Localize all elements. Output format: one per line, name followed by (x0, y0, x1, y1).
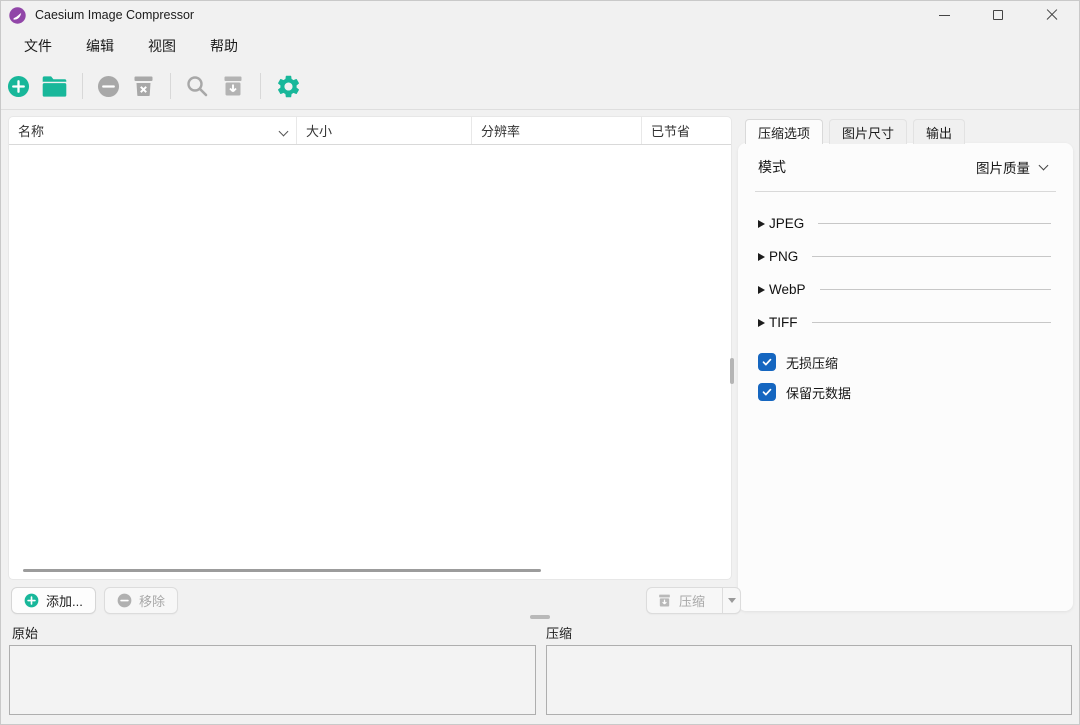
section-rule (820, 289, 1051, 290)
minimize-icon (939, 15, 950, 16)
section-label-webp: WebP (769, 282, 806, 297)
tab-output[interactable]: 输出 (913, 119, 965, 144)
compress-button-label: 压缩 (679, 591, 705, 610)
plus-circle-icon (24, 593, 39, 608)
sort-chevron-icon (279, 127, 289, 137)
mode-select[interactable]: 图片质量 (970, 153, 1053, 181)
settings-tabs: 压缩选项 图片尺寸 输出 (745, 119, 965, 144)
close-button[interactable] (1025, 1, 1079, 29)
section-label-png: PNG (769, 249, 798, 264)
section-rule (818, 223, 1051, 224)
minimize-button[interactable] (917, 1, 971, 29)
column-header-name[interactable]: 名称 (9, 117, 296, 144)
column-header-size[interactable]: 大小 (296, 117, 471, 144)
section-label-tiff: TIFF (769, 315, 798, 330)
section-label-jpeg: JPEG (769, 216, 804, 231)
keep-metadata-option[interactable]: 保留元数据 (758, 377, 1053, 407)
compress-box-icon (657, 593, 672, 608)
gear-icon (275, 73, 302, 100)
remove-button[interactable]: 移除 (104, 587, 178, 614)
file-list-table: 名称 大小 分辨率 已节省 (9, 117, 731, 579)
toolbar-separator (170, 73, 171, 99)
folder-icon (41, 75, 68, 98)
compressed-preview-box (546, 645, 1072, 715)
original-preview-box (9, 645, 536, 715)
preview-splitter-handle[interactable] (530, 615, 550, 619)
section-tiff[interactable]: TIFF (758, 306, 1053, 339)
column-label-resolution: 分辨率 (481, 121, 520, 140)
lossless-compression-option[interactable]: 无损压缩 (758, 347, 1053, 377)
maximize-icon (993, 10, 1003, 20)
menu-bar: 文件 编辑 视图 帮助 (1, 29, 1079, 63)
section-webp[interactable]: WebP (758, 273, 1053, 306)
column-label-size: 大小 (306, 121, 332, 140)
lossless-compression-label: 无损压缩 (786, 353, 838, 372)
toolbar-separator (82, 73, 83, 99)
compress-dropdown-button[interactable] (722, 588, 740, 613)
window-title: Caesium Image Compressor (35, 8, 194, 22)
dropdown-arrow-icon (728, 598, 736, 603)
preview-button[interactable] (185, 74, 209, 98)
format-sections: JPEG PNG WebP TIFF (738, 192, 1073, 339)
table-header: 名称 大小 分辨率 已节省 (9, 117, 731, 145)
compression-options-panel: 模式 图片质量 JPEG PNG WebP (738, 143, 1073, 611)
caesium-logo-icon (9, 7, 26, 24)
compress-split-button: 压缩 (646, 587, 741, 614)
chevron-down-icon (1039, 160, 1049, 170)
open-folder-button[interactable] (41, 75, 68, 98)
toolbar-divider (1, 109, 1079, 110)
toolbar-separator (260, 73, 261, 99)
plus-circle-icon (7, 75, 30, 98)
option-checkboxes: 无损压缩 保留元数据 (738, 339, 1073, 407)
compress-button[interactable]: 压缩 (647, 588, 715, 613)
minus-circle-icon (97, 75, 120, 98)
collapsed-arrow-icon (758, 253, 765, 261)
column-label-name: 名称 (18, 121, 44, 140)
column-header-saved[interactable]: 已节省 (641, 117, 731, 144)
section-rule (812, 322, 1052, 323)
section-png[interactable]: PNG (758, 240, 1053, 273)
collapsed-arrow-icon (758, 319, 765, 327)
mode-row: 模式 图片质量 (738, 143, 1073, 191)
close-icon (1046, 9, 1058, 21)
section-rule (812, 256, 1051, 257)
tab-compression-options[interactable]: 压缩选项 (745, 119, 823, 144)
add-button[interactable]: 添加... (11, 587, 96, 614)
compress-button-toolbar[interactable] (220, 74, 246, 98)
maximize-button[interactable] (971, 1, 1025, 29)
minus-circle-icon (117, 593, 132, 608)
menu-edit[interactable]: 编辑 (69, 31, 131, 61)
clear-list-button[interactable] (131, 74, 156, 98)
column-label-saved: 已节省 (651, 121, 690, 140)
panel-splitter-handle[interactable] (730, 358, 734, 384)
compress-box-icon (220, 74, 246, 98)
window-controls (917, 1, 1079, 29)
horizontal-scrollbar[interactable] (23, 569, 541, 572)
mode-label: 模式 (758, 157, 786, 177)
remove-item-button[interactable] (97, 75, 120, 98)
toolbar (1, 63, 1079, 109)
title-bar: Caesium Image Compressor (1, 1, 1079, 29)
magnifier-icon (185, 74, 209, 98)
mode-selected-value: 图片质量 (976, 157, 1030, 177)
compressed-preview-label: 压缩 (546, 623, 572, 642)
settings-button[interactable] (275, 73, 302, 100)
app-window: Caesium Image Compressor 文件 编辑 视图 帮助 (0, 0, 1080, 725)
section-jpeg[interactable]: JPEG (758, 207, 1053, 240)
tab-image-size[interactable]: 图片尺寸 (829, 119, 907, 144)
checkbox-checked-icon[interactable] (758, 383, 776, 401)
keep-metadata-label: 保留元数据 (786, 383, 851, 402)
add-button-label: 添加... (46, 591, 83, 610)
menu-view[interactable]: 视图 (131, 31, 193, 61)
original-preview-label: 原始 (12, 623, 38, 642)
trash-x-icon (131, 74, 156, 98)
menu-file[interactable]: 文件 (7, 31, 69, 61)
collapsed-arrow-icon (758, 220, 765, 228)
column-header-resolution[interactable]: 分辨率 (471, 117, 641, 144)
collapsed-arrow-icon (758, 286, 765, 294)
menu-help[interactable]: 帮助 (193, 31, 255, 61)
remove-button-label: 移除 (139, 591, 165, 610)
checkbox-checked-icon[interactable] (758, 353, 776, 371)
add-images-button[interactable] (7, 75, 30, 98)
